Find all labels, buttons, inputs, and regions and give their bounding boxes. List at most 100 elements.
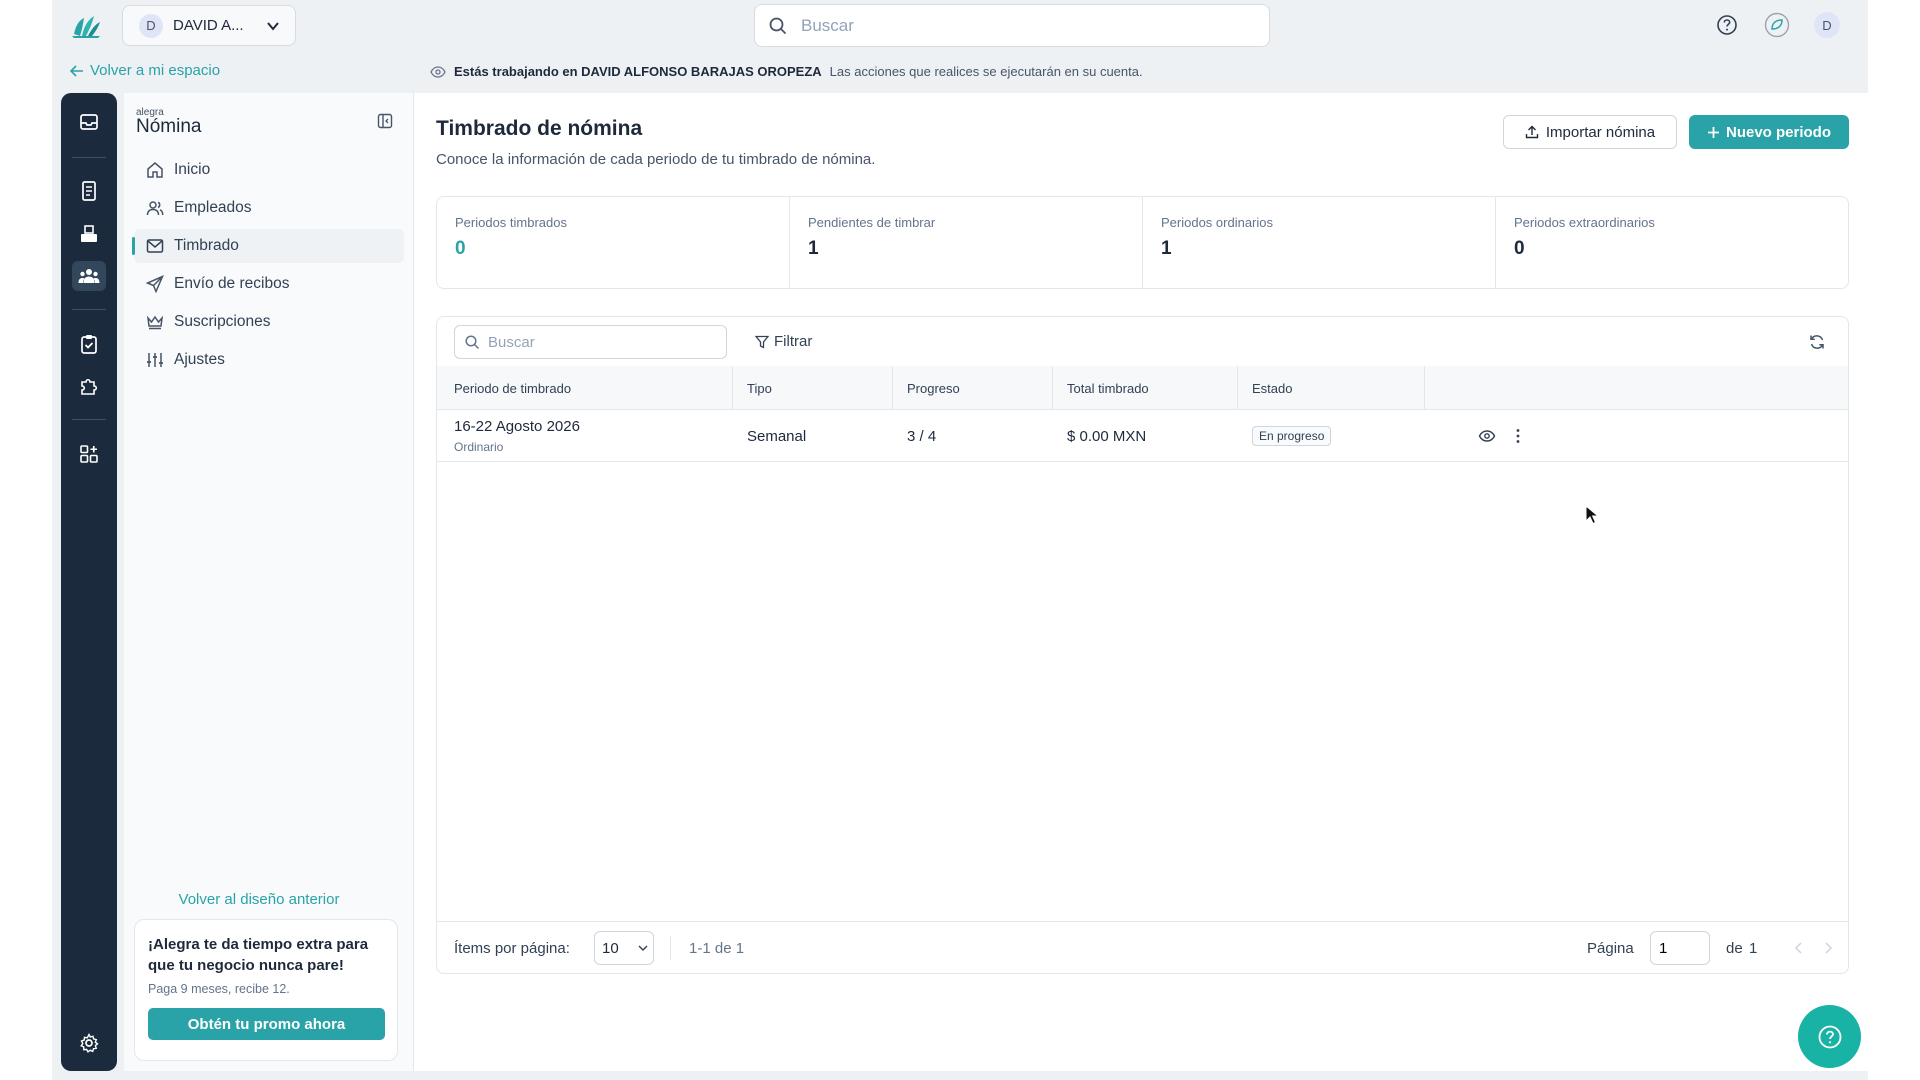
- company-selector[interactable]: D DAVID A...: [122, 5, 296, 46]
- app-frame: D DAVID A... D Volver a mi espacio Estás…: [52, 0, 1868, 1080]
- cell-total: $ 0.00 MXN: [1067, 428, 1147, 445]
- upload-icon: [1525, 125, 1539, 139]
- main-content: Timbrado de nómina Conoce la información…: [414, 93, 1868, 1071]
- back-link-label: Volver a mi espacio: [90, 62, 221, 79]
- page-label: Página: [1587, 940, 1634, 957]
- column-divider: [1052, 366, 1053, 410]
- stat-periodos-timbrados: Periodos timbrados 0: [437, 197, 790, 288]
- app-rail: [61, 93, 117, 1071]
- help-fab-button[interactable]: [1798, 1005, 1861, 1068]
- filter-icon: [755, 335, 769, 349]
- rail-pos-icon[interactable]: [72, 219, 106, 249]
- stat-label: Periodos extraordinarios: [1514, 215, 1655, 230]
- table-search-input[interactable]: [488, 333, 718, 351]
- cell-progress: 3 / 4: [907, 428, 937, 445]
- import-button-label: Importar nómina: [1545, 123, 1656, 141]
- table-row[interactable]: 16-22 Agosto 2026 Ordinario Semanal 3 / …: [437, 410, 1848, 462]
- rail-clipboard-icon[interactable]: [72, 329, 106, 359]
- filter-label: Filtrar: [774, 333, 813, 350]
- help-icon: [1818, 1025, 1841, 1048]
- table-search[interactable]: [454, 325, 727, 359]
- filter-button[interactable]: Filtrar: [755, 333, 812, 350]
- cell-period-sub: Ordinario: [454, 440, 504, 454]
- page-number-input[interactable]: [1650, 931, 1710, 965]
- eye-icon: [430, 65, 446, 78]
- chevron-down-icon: [266, 21, 279, 31]
- column-header[interactable]: Total timbrado: [1067, 381, 1149, 396]
- global-search[interactable]: [754, 4, 1270, 47]
- nomina-logo: alegra Nómina: [136, 107, 201, 138]
- column-header[interactable]: Estado: [1252, 381, 1292, 396]
- sidebar-item-timbrado[interactable]: Timbrado: [132, 229, 404, 263]
- send-icon: [146, 275, 164, 293]
- sidebar-item-suscripciones[interactable]: Suscripciones: [134, 305, 404, 339]
- items-range: 1-1 de 1: [689, 940, 745, 957]
- column-header[interactable]: Tipo: [747, 381, 772, 396]
- company-name: DAVID A...: [173, 17, 244, 34]
- top-bar: D DAVID A... D: [52, 0, 1868, 50]
- collapse-sidebar-icon[interactable]: [377, 113, 393, 129]
- search-icon: [769, 17, 787, 34]
- column-divider: [732, 366, 733, 410]
- chevron-right-icon[interactable]: [1821, 941, 1835, 955]
- crown-icon: [146, 315, 164, 330]
- user-avatar[interactable]: D: [1814, 12, 1840, 38]
- column-divider: [892, 366, 893, 410]
- sidebar-nav: Inicio Empleados Timbrado Envío de recib…: [132, 153, 404, 381]
- stat-value: 1: [808, 238, 819, 259]
- global-search-input[interactable]: [801, 15, 1241, 36]
- sidebar-item-label: Envío de recibos: [174, 275, 290, 292]
- stat-label: Periodos timbrados: [455, 215, 567, 230]
- sidebar-item-label: Suscripciones: [174, 313, 271, 330]
- sliders-icon: [147, 353, 163, 367]
- rail-payroll-icon[interactable]: [72, 261, 106, 291]
- chevron-down-icon: [638, 945, 648, 951]
- help-icon[interactable]: [1714, 12, 1740, 38]
- rail-apps-icon[interactable]: [72, 439, 106, 469]
- cell-period[interactable]: 16-22 Agosto 2026: [454, 418, 580, 435]
- top-actions: D: [1714, 12, 1840, 38]
- column-divider: [1424, 366, 1425, 410]
- stat-ordinarios: Periodos ordinarios 1: [1143, 197, 1496, 288]
- stat-value: 1: [1161, 238, 1172, 259]
- column-header[interactable]: Progreso: [907, 381, 960, 396]
- sidebar-item-ajustes[interactable]: Ajustes: [134, 343, 404, 377]
- brand-big: Nómina: [136, 116, 202, 137]
- users-icon: [146, 201, 164, 216]
- company-avatar: D: [139, 13, 163, 38]
- page-subtitle: Conoce la información de cada periodo de…: [436, 151, 876, 168]
- arrow-left-icon: [70, 64, 83, 77]
- rail-puzzle-icon[interactable]: [72, 371, 106, 401]
- notice-prefix: Estás trabajando en DAVID ALFONSO BARAJA…: [454, 64, 822, 79]
- per-page-select[interactable]: 10: [594, 931, 654, 965]
- stat-extraordinarios: Periodos extraordinarios 0: [1496, 197, 1848, 288]
- stat-label: Pendientes de timbrar: [808, 215, 936, 230]
- more-vertical-icon[interactable]: [1509, 427, 1527, 445]
- stat-label: Periodos ordinarios: [1161, 215, 1274, 230]
- table-header: Periodo de timbrado Tipo Progreso Total …: [437, 366, 1848, 410]
- total-pages: 1: [1749, 940, 1758, 957]
- page-title: Timbrado de nómina: [436, 117, 643, 140]
- sidebar-item-envio-recibos[interactable]: Envío de recibos: [134, 267, 404, 301]
- sidebar-item-empleados[interactable]: Empleados: [134, 191, 404, 225]
- module-sidebar: alegra Nómina Inicio Empleados Timbrado …: [124, 93, 414, 1071]
- status-badge: En progreso: [1252, 426, 1332, 446]
- home-icon: [147, 162, 163, 178]
- chat-leaf-icon[interactable]: [1764, 12, 1790, 38]
- alegra-logo-icon[interactable]: [70, 10, 102, 40]
- revert-design-link[interactable]: Volver al diseño anterior: [124, 891, 394, 908]
- rail-settings-icon[interactable]: [72, 1028, 106, 1058]
- rail-separator: [72, 419, 106, 420]
- rail-inbox-icon[interactable]: [72, 107, 106, 137]
- chevron-left-icon[interactable]: [1792, 941, 1806, 955]
- column-header[interactable]: Periodo de timbrado: [454, 381, 571, 396]
- sidebar-item-inicio[interactable]: Inicio: [134, 153, 404, 187]
- promo-button[interactable]: Obtén tu promo ahora: [148, 1008, 385, 1040]
- promo-title: ¡Alegra te da tiempo extra para que tu n…: [148, 936, 369, 974]
- new-period-button[interactable]: Nuevo periodo: [1689, 115, 1849, 149]
- rail-invoice-icon[interactable]: [72, 176, 106, 206]
- import-payroll-button[interactable]: Importar nómina: [1503, 115, 1677, 149]
- back-to-space-link[interactable]: Volver a mi espacio: [70, 62, 220, 79]
- view-eye-icon[interactable]: [1478, 427, 1496, 445]
- refresh-icon[interactable]: [1808, 333, 1826, 351]
